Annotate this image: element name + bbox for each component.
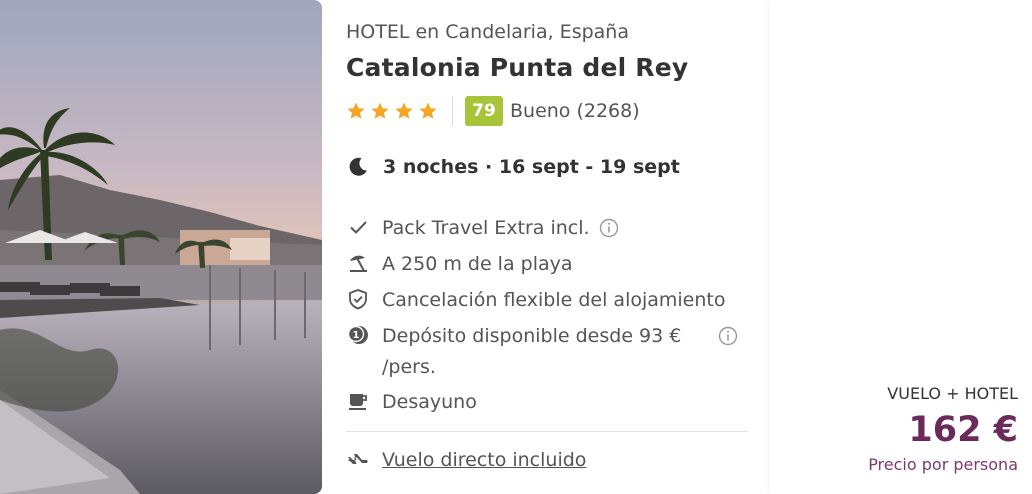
price-panel[interactable]: VUELO + HOTEL 162 € Precio por persona — [770, 0, 1032, 494]
airplane-icon — [348, 454, 368, 464]
moon-icon — [349, 157, 367, 176]
hotel-card[interactable]: HOTEL en Candelaria, España Catalonia Pu… — [0, 0, 770, 494]
flight-label[interactable]: Vuelo directo incluido — [382, 449, 586, 471]
info-icon[interactable] — [718, 326, 738, 346]
feature-label: Depósito disponible desde 93 € /pers. — [382, 321, 681, 383]
price-per-person-label: Precio por persona — [868, 455, 1018, 474]
feature-label-line-1: Depósito disponible desde 93 € — [382, 325, 682, 347]
hotel-type-location: HOTEL en Candelaria, España — [346, 21, 629, 43]
hotel-photo[interactable] — [0, 0, 322, 494]
feature-label: Pack Travel Extra incl. — [382, 217, 590, 239]
check-icon — [346, 215, 370, 239]
feature-beach-distance: A 250 m de la playa — [346, 249, 573, 280]
star-icon — [395, 102, 413, 119]
feature-label: A 250 m de la playa — [382, 253, 573, 275]
review-score-badge[interactable]: 79 — [465, 96, 503, 126]
feature-deposit: 1 Depósito disponible desde 93 € /pers. — [346, 321, 738, 383]
coffee-cup-icon — [346, 389, 370, 413]
flight-info-link[interactable]: Vuelo directo incluido — [346, 448, 586, 472]
star-icon — [419, 102, 437, 119]
info-icon[interactable] — [599, 218, 619, 238]
deposit-coin-icon: 1 — [346, 323, 370, 347]
rating-row: 79 Bueno (2268) — [346, 96, 640, 126]
feature-label: Cancelación flexible del alojamiento — [382, 289, 726, 311]
pack-type-label: VUELO + HOTEL — [887, 384, 1018, 403]
review-score-text[interactable]: Bueno (2268) — [510, 100, 640, 122]
svg-text:1: 1 — [353, 330, 360, 341]
rating-divider — [452, 96, 453, 126]
star-rating — [346, 101, 438, 121]
shield-check-icon — [346, 287, 370, 311]
feature-label-line-2: /pers. — [382, 356, 436, 378]
star-icon — [371, 102, 389, 119]
feature-breakfast: Desayuno — [346, 387, 477, 418]
star-icon — [347, 102, 365, 119]
feature-pack-travel-extra: Pack Travel Extra incl. — [346, 213, 619, 244]
stay-dates: 3 noches · 16 sept - 19 sept — [346, 155, 680, 179]
beach-umbrella-icon — [346, 251, 370, 275]
hotel-photo-image — [0, 0, 322, 494]
feature-flexible-cancellation: Cancelación flexible del alojamiento — [346, 285, 725, 316]
feature-label: Desayuno — [382, 391, 477, 413]
hotel-name[interactable]: Catalonia Punta del Rey — [346, 53, 688, 82]
price-amount[interactable]: 162 € — [908, 410, 1018, 450]
section-divider — [346, 431, 748, 432]
stay-dates-text: 3 noches · 16 sept - 19 sept — [383, 156, 680, 178]
